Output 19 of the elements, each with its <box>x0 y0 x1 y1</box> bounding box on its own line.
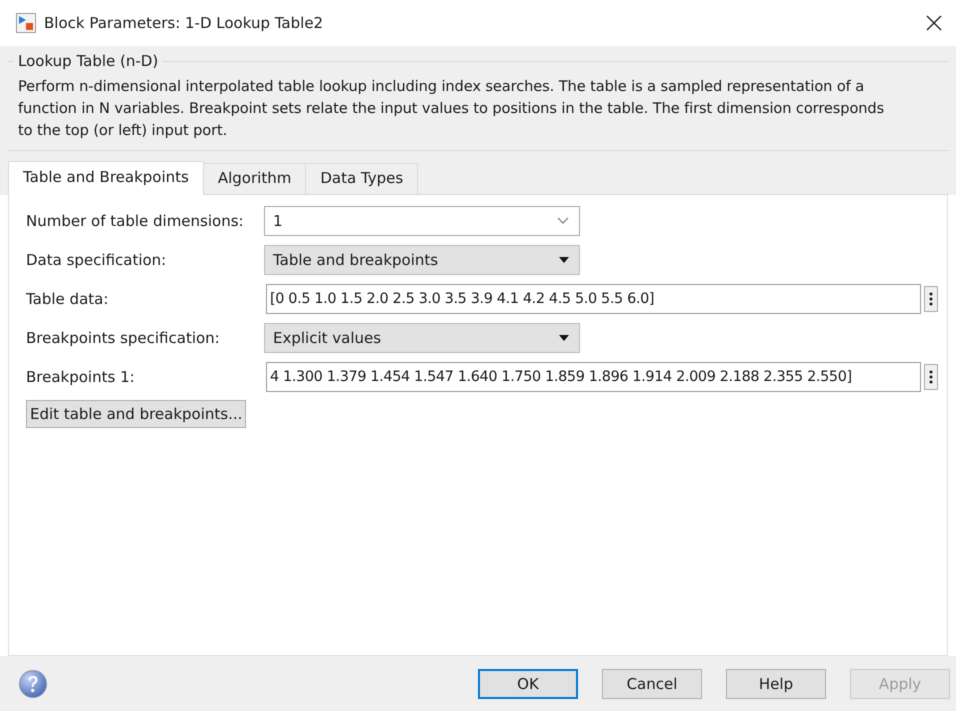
block-description: Perform n-dimensional interpolated table lookup including index searches. The table is a sampled representation of a function in N variables. Breakpoint sets relate the input values to positions in the table. The first dimension corresponds to the top (or left) input port. <box>18 77 886 141</box>
dialog-button[interactable]: OK <box>478 668 578 698</box>
input-field[interactable]: [0 0.5 1.0 1.5 2.0 2.5 3.0 3.5 3.9 4.1 4.2 4.5 5.0 5.5 6.0] <box>266 284 921 314</box>
input-field[interactable]: 4 1.300 1.379 1.454 1.547 1.640 1.750 1.859 1.896 1.914 2.009 2.188 2.355 2.550] <box>266 362 921 392</box>
parameter-label: Breakpoints specification: <box>26 328 221 346</box>
dialog-button[interactable]: Cancel <box>602 668 702 698</box>
dropdown[interactable]: Table and breakpoints <box>264 244 580 274</box>
parameter-label: Table data: <box>26 290 110 308</box>
group-title: Lookup Table (n-D) <box>17 52 160 70</box>
parameter-label: Breakpoints 1: <box>26 368 136 386</box>
parameter-label: Data specification: <box>26 250 168 268</box>
tab[interactable]: Data Types <box>305 163 418 194</box>
dialog-button[interactable]: Help <box>726 668 826 698</box>
parameter-label: Number of table dimensions: <box>26 212 245 230</box>
dropdown[interactable]: Explicit values <box>264 322 580 352</box>
window-title: Block Parameters: 1-D Lookup Table2 <box>44 14 324 32</box>
tab[interactable]: Table and Breakpoints <box>8 161 204 195</box>
edit-table-button[interactable]: Edit table and breakpoints... <box>26 400 246 428</box>
combo-box[interactable]: 1 <box>264 206 580 236</box>
